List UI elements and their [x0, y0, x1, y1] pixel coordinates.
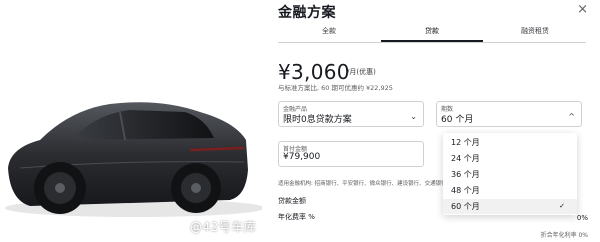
product-select[interactable]: 金融产品 限时0息贷款方案 ⌄	[278, 101, 424, 127]
term-option-24[interactable]: 24 个月	[443, 151, 577, 166]
loan-amount-label: 贷款金额	[278, 197, 306, 205]
term-option-48[interactable]: 48 个月	[443, 183, 577, 198]
modal-title: 金融方案	[278, 5, 336, 21]
annual-rate-value: 0%	[576, 214, 588, 222]
term-option-label: 24 个月	[451, 154, 480, 163]
term-option-label: 48 个月	[451, 186, 480, 195]
car-image	[0, 0, 265, 242]
tab-leasing[interactable]: 融资租赁	[484, 25, 586, 42]
down-payment-value: ¥79,900	[283, 152, 321, 162]
financing-panel: 金融方案 × 全款 贷款 融资租赁 ¥3,060 /月(优惠) 与标准方案比, …	[262, 0, 600, 242]
term-value: 60 个月	[441, 115, 474, 125]
annual-rate-label: 年化费率 %	[278, 213, 315, 221]
term-option-60[interactable]: 60 个月 ✓	[443, 199, 577, 214]
tab-bar: 全款 贷款 融资租赁	[278, 25, 586, 43]
payment-unit: /月(优惠)	[347, 68, 376, 76]
close-icon[interactable]: ×	[577, 3, 588, 17]
checkmark-icon: ✓	[559, 202, 565, 210]
monthly-payment: ¥3,060	[278, 60, 350, 84]
tesla-model-y-image	[5, 102, 265, 217]
term-option-label: 12 个月	[451, 138, 480, 147]
term-dropdown-menu: 12 个月 24 个月 36 个月 48 个月 60 个月 ✓	[443, 133, 577, 215]
chevron-down-icon: ⌄	[410, 112, 417, 121]
equivalent-rate-note: 折合年化利率 0%	[540, 232, 588, 239]
product-value: 限时0息贷款方案	[283, 115, 352, 125]
eligible-banks: 适用金融机构: 招商银行、平安银行、微众银行、建设银行、交通银行	[278, 181, 447, 187]
chevron-up-icon: ^	[568, 112, 575, 121]
term-option-36[interactable]: 36 个月	[443, 167, 577, 182]
term-select[interactable]: 期数 60 个月 ^	[436, 101, 582, 127]
weibo-watermark: @42号车库	[190, 220, 257, 234]
term-option-label: 60 个月	[451, 202, 480, 211]
down-payment-field[interactable]: 首付金额 ¥79,900	[278, 141, 424, 167]
savings-comparison: 与标准方案比, 60 期可优惠约 ¥22,925	[278, 84, 393, 92]
tab-full-payment[interactable]: 全款	[278, 25, 380, 42]
tab-loan[interactable]: 贷款	[381, 25, 483, 42]
term-option-label: 36 个月	[451, 170, 480, 179]
term-option-12[interactable]: 12 个月	[443, 135, 577, 150]
